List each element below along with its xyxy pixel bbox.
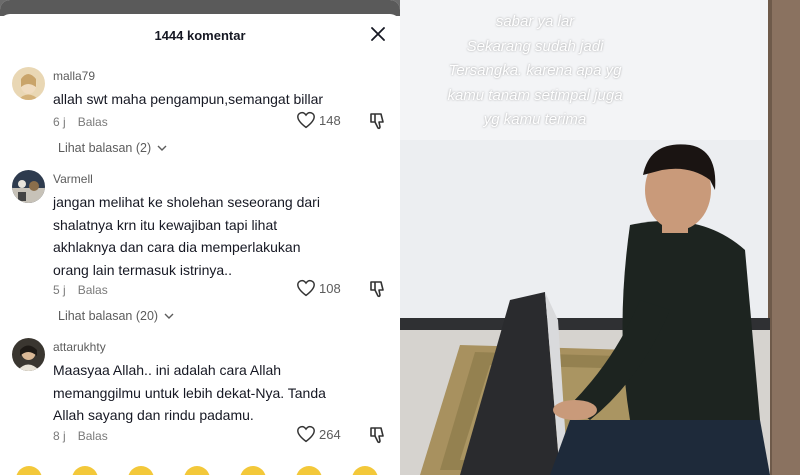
caption-line: yg kamu terima (483, 111, 587, 128)
reply-button[interactable]: Balas (78, 429, 108, 443)
comment-count-title: 1444 komentar (154, 28, 246, 43)
video-caption: sabar ya lar Sekarang sudah jadi Tersang… (430, 10, 640, 133)
comment-meta: 5 j Balas (53, 283, 108, 297)
like-count: 148 (319, 112, 341, 128)
comment-text-line: memanggilmu untuk lebih dekat-Nya. Tanda (53, 384, 326, 401)
chevron-down-icon (157, 145, 167, 151)
close-icon (371, 27, 385, 41)
comment-text: jangan melihat ke sholehan seseorang dar… (53, 191, 353, 281)
caption-line: Tersangka. karena apa yg (448, 62, 622, 79)
caption-line: sabar ya lar (495, 13, 575, 30)
view-replies-label: Lihat balasan (2) (58, 141, 152, 155)
avatar[interactable] (12, 170, 45, 203)
heart-outline-icon (297, 111, 315, 129)
thumbs-down-icon (370, 113, 384, 130)
caption-line: kamu tanam setimpal juga (447, 86, 623, 104)
like-count: 264 (319, 426, 341, 442)
comment-text: Maasyaa Allah.. ini adalah cara Allah me… (53, 359, 353, 427)
comment-time: 8 j (53, 429, 66, 443)
comment-text-line: shalatnya krn itu kewajiban tapi lihat (53, 216, 278, 233)
avatar-image (12, 170, 45, 203)
avatar-image (12, 67, 45, 100)
dislike-button[interactable] (368, 425, 388, 445)
caption-line: Sekarang sudah jadi (466, 37, 604, 55)
thumbs-down-icon (370, 427, 384, 444)
comment-username[interactable]: Varmell (53, 172, 93, 186)
heart-outline-icon (297, 279, 315, 297)
like-count: 108 (319, 280, 341, 296)
like-button[interactable]: 264 (296, 425, 341, 443)
comment-meta: 8 j Balas (53, 429, 108, 443)
heart-outline-icon (297, 425, 315, 443)
comment-time: 6 j (53, 115, 66, 129)
avatar[interactable] (12, 67, 45, 100)
like-button[interactable]: 108 (296, 279, 341, 297)
comment-text-line: akhlaknya dan cara dia memperlakukan (53, 239, 301, 255)
close-button[interactable] (368, 24, 388, 44)
comment-text-line: Allah sayang dan rindu padamu. (53, 407, 254, 423)
view-replies-button[interactable]: Lihat balasan (2) (58, 141, 167, 155)
comment-text-line: jangan melihat ke sholehan seseorang dar… (53, 194, 320, 210)
comment-text: allah swt maha pengampun,semangat billar (53, 88, 353, 111)
dislike-button[interactable] (368, 279, 388, 299)
comments-panel: 1444 komentar malla79 allah swt maha pen… (0, 0, 400, 475)
like-button[interactable]: 148 (296, 111, 341, 129)
avatar-image (12, 338, 45, 371)
chevron-down-icon (164, 313, 174, 319)
comment-username[interactable]: malla79 (53, 69, 95, 83)
view-replies-label: Lihat balasan (20) (58, 309, 159, 323)
reply-button[interactable]: Balas (78, 115, 108, 129)
avatar[interactable] (12, 338, 45, 371)
comment-text-line: orang lain termasuk istrinya.. (53, 261, 232, 278)
video-frame[interactable]: sabar ya lar Sekarang sudah jadi Tersang… (400, 0, 800, 475)
dislike-button[interactable] (368, 111, 388, 131)
comment-time: 5 j (53, 283, 66, 297)
comment-meta: 6 j Balas (53, 115, 108, 129)
comment-text-line: Maasyaa Allah.. ini adalah cara Allah (53, 362, 282, 378)
reply-button[interactable]: Balas (78, 283, 108, 297)
view-replies-button[interactable]: Lihat balasan (20) (58, 309, 174, 323)
thumbs-down-icon (370, 281, 384, 298)
comment-text-line: allah swt maha pengampun,semangat billar (53, 91, 324, 107)
comment-username[interactable]: attarukhty (53, 340, 106, 354)
